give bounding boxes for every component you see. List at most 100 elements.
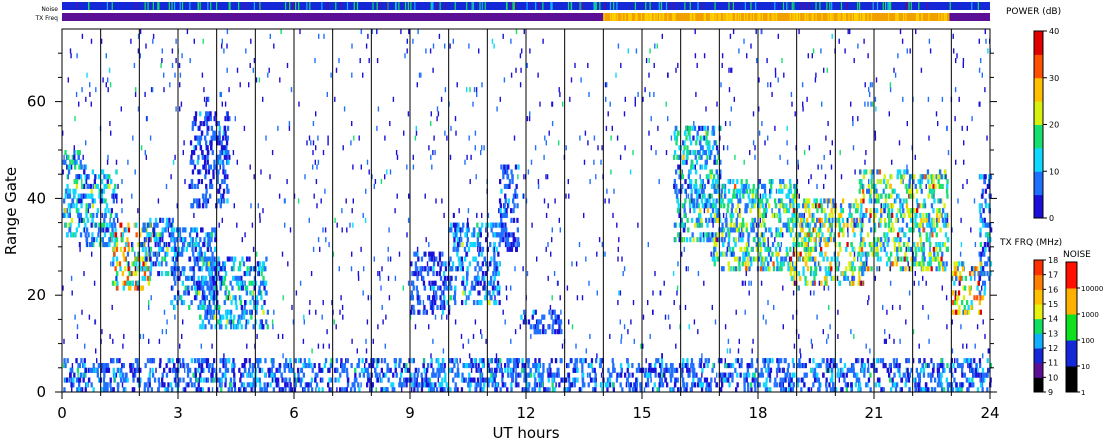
echo-cell (789, 179, 792, 185)
echo-cell (839, 372, 842, 378)
echo-cell (784, 183, 788, 189)
echo-cell (689, 203, 692, 209)
echo-cell (241, 363, 244, 369)
echo-cell (736, 256, 739, 262)
echo-cell (946, 193, 949, 199)
echo-cell (979, 174, 982, 180)
echo-cell (824, 251, 827, 257)
echo-cell (716, 256, 719, 262)
echo-cell (410, 372, 413, 378)
echo-cell (218, 135, 221, 141)
echo-cell (986, 242, 990, 248)
echo-cell (817, 363, 820, 369)
echo-cell (513, 203, 516, 209)
echo-cell (860, 203, 863, 209)
echo-cell (371, 363, 375, 369)
echo-cell (472, 232, 475, 238)
echo-cell (759, 198, 762, 204)
echo-cell (876, 179, 879, 185)
echo-cell (498, 300, 501, 306)
echo-cell (224, 382, 227, 388)
echo-cell (778, 246, 782, 252)
echo-cell (665, 363, 668, 369)
echo-cell (171, 217, 174, 223)
echo-cell (114, 266, 117, 272)
echo-cell (167, 382, 170, 388)
echo-cell (510, 232, 513, 238)
echo-cell (846, 367, 849, 373)
echo-cell (969, 275, 973, 281)
echo-cell (934, 183, 937, 189)
echo-cell (549, 367, 552, 373)
echo-cell (146, 358, 150, 364)
echo-cell (946, 183, 949, 189)
echo-cell (187, 275, 190, 281)
echo-cell (794, 188, 797, 194)
echo-cell (682, 358, 685, 364)
echo-cell (143, 227, 147, 233)
echo-cell (194, 246, 197, 252)
echo-cell (763, 222, 766, 228)
echo-cell (733, 256, 737, 262)
echo-cell (918, 261, 921, 267)
echo-cell (727, 242, 730, 248)
echo-cell (856, 372, 859, 378)
echo-cell (82, 217, 86, 223)
echo-cell (747, 193, 750, 199)
echo-cell (765, 256, 768, 262)
echo-cell (762, 256, 766, 262)
echo-cell (127, 222, 130, 228)
echo-cell (489, 242, 492, 248)
echo-cell (619, 363, 623, 369)
echo-cell (102, 377, 106, 383)
echo-cell (982, 222, 985, 228)
echo-cell (619, 382, 622, 388)
echo-cell (730, 217, 733, 223)
echo-cell (439, 266, 442, 272)
echo-cell (152, 251, 155, 257)
echo-cell (573, 382, 576, 388)
echo-cell (116, 358, 119, 364)
echo-cell (465, 363, 469, 369)
echo-cell (105, 382, 108, 388)
echo-cell (954, 271, 957, 277)
echo-cell (876, 169, 879, 175)
echo-cell (868, 198, 871, 204)
echo-cell (692, 377, 695, 383)
echo-cell (749, 188, 752, 194)
echo-cell (799, 275, 802, 281)
echo-cell (905, 256, 908, 262)
echo-cell (260, 271, 263, 277)
echo-cell (725, 232, 728, 238)
echo-cell (213, 309, 216, 315)
echo-cell (938, 266, 941, 272)
echo-cell (830, 266, 833, 272)
echo-cell (493, 256, 496, 262)
echo-cell (211, 251, 214, 257)
echo-cell (84, 232, 87, 238)
echo-cell (669, 372, 672, 378)
echo-cell (104, 198, 107, 204)
echo-cell (767, 363, 770, 369)
echo-cell (933, 227, 936, 233)
echo-cell (750, 246, 753, 252)
echo-cell (734, 242, 737, 248)
echo-cell (171, 271, 174, 277)
echo-cell (171, 237, 174, 243)
echo-cell (346, 382, 350, 388)
echo-cell (178, 227, 182, 233)
echo-cell (785, 203, 788, 209)
echo-cell (820, 208, 823, 214)
echo-cell (752, 227, 755, 233)
echo-cell (886, 179, 889, 185)
echo-cell (886, 232, 889, 238)
echo-cell (471, 280, 474, 286)
echo-cell (893, 246, 897, 252)
echo-cell (880, 193, 883, 199)
echo-cell (95, 237, 98, 243)
echo-cell (825, 271, 828, 277)
echo-cell (496, 280, 500, 286)
echo-cell (740, 358, 743, 364)
echo-cell (890, 208, 894, 214)
echo-cell (979, 261, 982, 267)
